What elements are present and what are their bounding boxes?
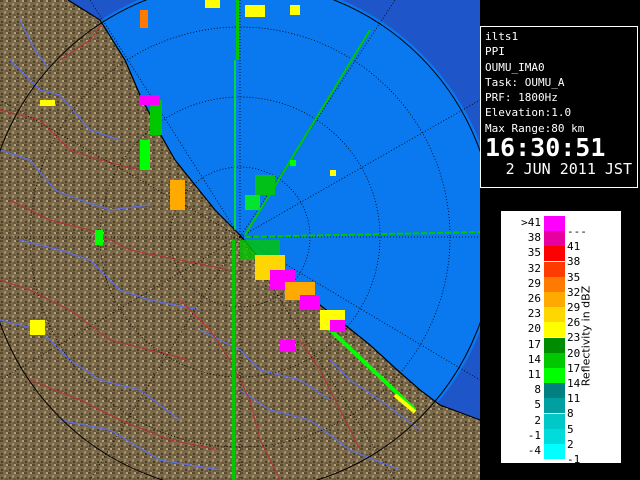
legend-swatch <box>544 292 565 307</box>
legend-lower-label: 38 <box>527 231 541 245</box>
legend-lower-label: 11 <box>527 368 541 381</box>
product-name: OUMU_IMA0 <box>485 60 545 74</box>
legend-lower-label: -4 <box>527 444 541 457</box>
legend-lower-label: >41 <box>521 216 541 229</box>
legend-lower-label: 5 <box>534 398 541 412</box>
scan-info-panel: ilts1 PPI OUMU_IMA0 Task: OUMU_A PRF: 18… <box>480 26 638 188</box>
legend-swatch <box>544 337 565 353</box>
scan-time: 16:30:51 <box>485 133 606 163</box>
legend-title: Reflectivity in dBZ <box>579 285 593 387</box>
elevation-value: Elevation:1.0 <box>485 106 572 120</box>
legend-swatch <box>544 428 565 444</box>
scan-date: 2 JUN 2011 JST <box>505 160 632 179</box>
station-name: ilts1 <box>485 30 519 43</box>
task-name: Task: OUMU_A <box>485 75 565 89</box>
legend-lower-label: 29 <box>527 276 541 290</box>
legend-lower-label: 8 <box>534 383 541 397</box>
legend-swatch <box>544 216 565 231</box>
reflectivity-legend: >41 --- 38 41 35 38 32 35 29 32 26 29 23 26 20 23 17 20 14… <box>500 210 622 466</box>
legend-swatch <box>544 276 565 292</box>
legend-lower-label: 35 <box>527 246 541 260</box>
legend-swatch <box>544 398 565 414</box>
legend-lower-label: 2 <box>534 413 541 427</box>
legend-row: -4 -1 <box>501 444 621 466</box>
legend-lower-label: 32 <box>527 261 541 275</box>
legend-lower-label: 23 <box>527 307 541 321</box>
legend-swatch <box>544 307 565 323</box>
legend-upper-label: -1 <box>567 453 581 466</box>
legend-swatch <box>544 322 565 338</box>
legend-lower-label: 20 <box>527 322 541 336</box>
legend-swatch <box>544 383 565 399</box>
legend-swatch <box>544 368 565 383</box>
legend-lower-label: 14 <box>527 352 541 366</box>
legend-swatch <box>544 413 565 429</box>
scan-type: PPI <box>485 45 505 59</box>
radar-ppi-map <box>0 0 480 480</box>
legend-swatch <box>544 444 565 459</box>
legend-lower-label: -1 <box>527 428 541 442</box>
legend-lower-label: 17 <box>527 337 541 351</box>
legend-swatch <box>544 352 565 368</box>
prf-value: PRF: 1800Hz <box>485 91 558 105</box>
legend-swatch <box>544 261 565 277</box>
legend-swatch <box>544 231 565 247</box>
legend-lower-label: 26 <box>527 292 541 305</box>
legend-swatch <box>544 246 565 262</box>
